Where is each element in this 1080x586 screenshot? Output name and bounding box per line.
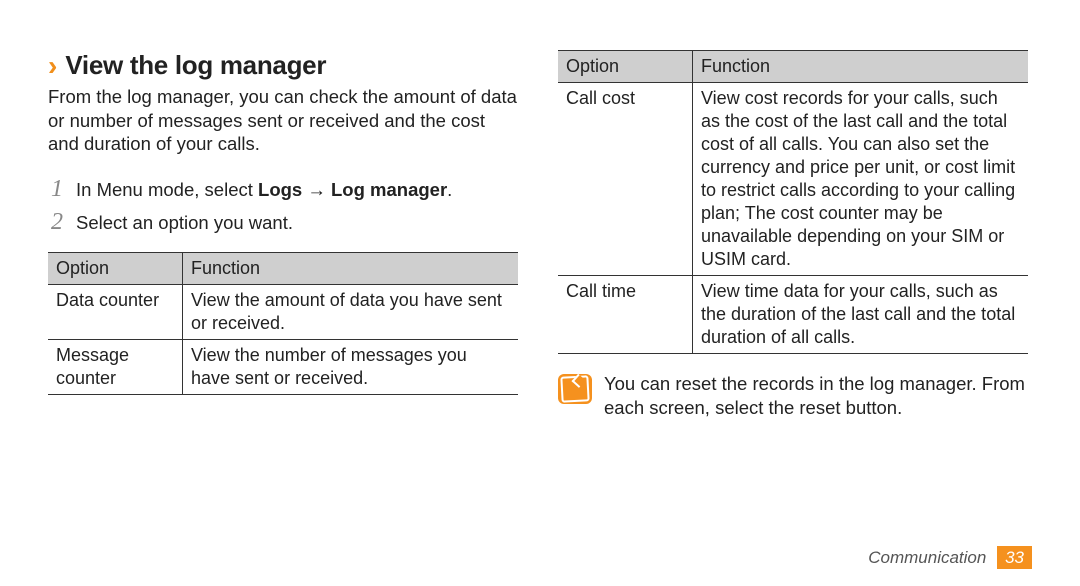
options-table-2: Option Function Call cost View cost reco… (558, 50, 1028, 354)
cell-function: View the amount of data you have sent or… (183, 285, 519, 340)
options-table-1: Option Function Data counter View the am… (48, 252, 518, 395)
page: › View the log manager From the log mana… (0, 0, 1080, 586)
left-column: › View the log manager From the log mana… (48, 50, 518, 420)
cell-function: View cost records for your calls, such a… (693, 83, 1029, 276)
footer-page-number: 33 (997, 546, 1032, 569)
cell-option: Call cost (558, 83, 693, 276)
table-row: Call time View time data for your calls,… (558, 276, 1028, 354)
cell-option: Message counter (48, 340, 183, 395)
footer-section-label: Communication (868, 548, 986, 567)
step-text: In Menu mode, select Logs → Log manager. (76, 178, 452, 202)
step-2: 2 Select an option you want. (48, 209, 518, 236)
step-1: 1 In Menu mode, select Logs → Log manage… (48, 176, 518, 203)
table-row: Message counter View the number of messa… (48, 340, 518, 395)
right-column: Option Function Call cost View cost reco… (558, 50, 1028, 420)
col-header-function: Function (693, 51, 1029, 83)
table-row: Call cost View cost records for your cal… (558, 83, 1028, 276)
note-block: You can reset the records in the log man… (558, 372, 1028, 419)
step1-prefix: In Menu mode, select (76, 179, 258, 200)
cell-option: Data counter (48, 285, 183, 340)
intro-paragraph: From the log manager, you can check the … (48, 85, 518, 156)
cell-function: View the number of messages you have sen… (183, 340, 519, 395)
step1-bold: Logs → Log manager (258, 179, 447, 200)
note-icon (558, 374, 592, 404)
col-header-option: Option (558, 51, 693, 83)
section-heading: View the log manager (65, 50, 326, 81)
page-footer: Communication 33 (868, 548, 1032, 568)
step-number: 2 (48, 209, 66, 236)
step-text: Select an option you want. (76, 211, 293, 235)
step1-suffix: . (447, 179, 452, 200)
cell-option: Call time (558, 276, 693, 354)
table-header-row: Option Function (48, 253, 518, 285)
note-text: You can reset the records in the log man… (604, 372, 1028, 419)
table-row: Data counter View the amount of data you… (48, 285, 518, 340)
col-header-option: Option (48, 253, 183, 285)
section-heading-row: › View the log manager (48, 50, 518, 81)
cell-function: View time data for your calls, such as t… (693, 276, 1029, 354)
numbered-steps: 1 In Menu mode, select Logs → Log manage… (48, 176, 518, 236)
col-header-function: Function (183, 253, 519, 285)
two-column-layout: › View the log manager From the log mana… (48, 50, 1032, 420)
step-number: 1 (48, 176, 66, 203)
chevron-right-icon: › (48, 52, 57, 80)
table-header-row: Option Function (558, 51, 1028, 83)
